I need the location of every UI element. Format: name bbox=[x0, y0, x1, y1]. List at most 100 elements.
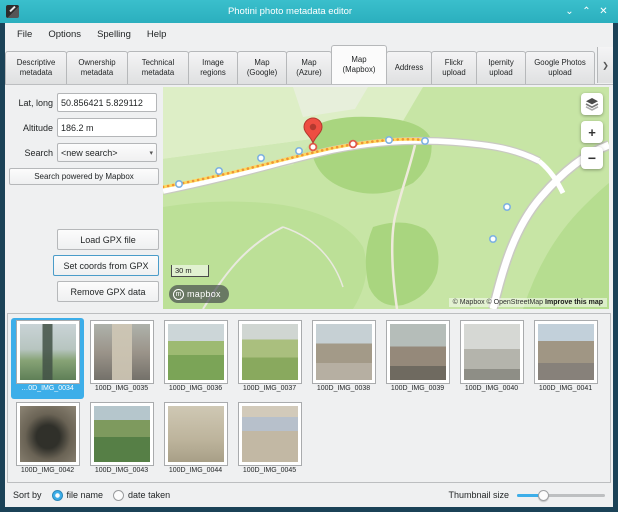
thumbnail-browser: …0D_IMG_0034 100D_IMG_0035 100D_IMG_0036… bbox=[5, 313, 613, 483]
thumbnail-100d-img-0035[interactable]: 100D_IMG_0035 bbox=[85, 318, 158, 399]
thumbnail-100d-img-0043[interactable]: 100D_IMG_0043 bbox=[85, 400, 158, 481]
sort-by-label: Sort by bbox=[13, 490, 42, 500]
thumbnail-100d-img-0044[interactable]: 100D_IMG_0044 bbox=[159, 400, 232, 481]
layers-icon bbox=[585, 98, 599, 111]
tab-flickr-upload[interactable]: Flickr upload bbox=[431, 51, 477, 84]
sort-file-name-radio[interactable] bbox=[51, 489, 63, 501]
thumbnail-image bbox=[385, 320, 450, 384]
tab-label: Ownership metadata bbox=[78, 58, 116, 77]
tab-ownership-metadata[interactable]: Ownership metadata bbox=[66, 51, 128, 84]
layers-button[interactable] bbox=[581, 93, 603, 115]
tab-map-google[interactable]: Map (Google) bbox=[237, 51, 287, 84]
tab-map-mapbox[interactable]: Map (Mapbox) bbox=[331, 45, 387, 84]
menu-file[interactable]: File bbox=[9, 26, 40, 43]
thumbnail-label: 100D_IMG_0036 bbox=[168, 385, 223, 392]
thumbnail-image bbox=[163, 402, 228, 466]
tab-label: Map (Azure) bbox=[296, 58, 322, 77]
tab-label: Address bbox=[394, 63, 424, 73]
footer-bar: Sort by file name date taken Thumbnail s… bbox=[5, 483, 613, 507]
tab-google-photos-upload[interactable]: Google Photos upload bbox=[525, 51, 595, 84]
thumbnail-image bbox=[89, 320, 154, 384]
set-coords-from-gpx-button[interactable]: Set coords from GPX bbox=[53, 255, 159, 276]
tab-address[interactable]: Address bbox=[386, 51, 432, 84]
thumbnail-100d-img-0045[interactable]: 100D_IMG_0045 bbox=[233, 400, 306, 481]
search-dropdown-value: <new search> bbox=[61, 147, 118, 158]
thumbnail-100d-img-0038[interactable]: 100D_IMG_0038 bbox=[307, 318, 380, 399]
tab-label: Flickr upload bbox=[442, 58, 466, 77]
map-terrain bbox=[163, 87, 609, 309]
tab-label: Google Photos upload bbox=[534, 58, 586, 77]
thumbnail-image bbox=[237, 402, 302, 466]
map-canvas[interactable]: + − 30 m m mapbox © Mapbox © OpenStreetM… bbox=[163, 87, 609, 309]
thumbnail-image bbox=[163, 320, 228, 384]
thumbnail-label: 100D_IMG_0037 bbox=[242, 385, 297, 392]
sort-file-name-label[interactable]: file name bbox=[67, 490, 104, 500]
tab-label: Map (Google) bbox=[246, 58, 278, 77]
improve-map-link[interactable]: Improve this map bbox=[545, 299, 603, 306]
thumbnail-100d-img-0041[interactable]: 100D_IMG_0041 bbox=[529, 318, 602, 399]
thumbnail-100d-img-0042[interactable]: 100D_IMG_0042 bbox=[11, 400, 84, 481]
mapbox-logo-icon: m bbox=[173, 288, 184, 300]
menu-help[interactable]: Help bbox=[139, 26, 175, 43]
maximize-button[interactable]: ⌃ bbox=[578, 3, 595, 20]
mapbox-logo[interactable]: m mapbox bbox=[169, 285, 229, 303]
tab-descriptive-metadata[interactable]: Descriptive metadata bbox=[5, 51, 67, 84]
tab-label: Ipernity upload bbox=[488, 58, 514, 77]
tab-scroll-right-icon[interactable]: ❯ bbox=[597, 47, 613, 83]
load-gpx-button[interactable]: Load GPX file bbox=[57, 229, 159, 250]
thumbnail-100d-img-0039[interactable]: 100D_IMG_0039 bbox=[381, 318, 454, 399]
slider-handle[interactable] bbox=[538, 490, 549, 501]
sort-date-taken-radio[interactable] bbox=[113, 489, 125, 501]
tab-label: Image regions bbox=[200, 58, 226, 77]
close-button[interactable]: ✕ bbox=[595, 3, 612, 20]
window-title: Photini photo metadata editor bbox=[227, 6, 353, 17]
tab-technical-metadata[interactable]: Technical metadata bbox=[127, 51, 189, 84]
attribution-text: © Mapbox © OpenStreetMap bbox=[452, 299, 544, 306]
thumbnail-image bbox=[89, 402, 154, 466]
thumbnail-label: 100D_IMG_0044 bbox=[168, 467, 223, 474]
thumbnail-image bbox=[15, 320, 80, 384]
thumbnail-image bbox=[237, 320, 302, 384]
thumbnail-label: 100D_IMG_0043 bbox=[94, 467, 149, 474]
thumbnail-100d-img-0036[interactable]: 100D_IMG_0036 bbox=[159, 318, 232, 399]
thumbnail-image bbox=[533, 320, 598, 384]
menu-options[interactable]: Options bbox=[40, 26, 89, 43]
sort-date-taken-label[interactable]: date taken bbox=[128, 490, 170, 500]
zoom-in-button[interactable]: + bbox=[581, 121, 603, 143]
thumbnail-label: 100D_IMG_0040 bbox=[464, 385, 519, 392]
tab-label: Technical metadata bbox=[141, 58, 175, 77]
titlebar[interactable]: Photini photo metadata editor ⌄ ⌃ ✕ bbox=[0, 0, 618, 23]
chevron-down-icon: ▾ bbox=[149, 149, 153, 157]
tab-bar: Descriptive metadata Ownership metadata … bbox=[5, 45, 613, 85]
search-powered-button[interactable]: Search powered by Mapbox bbox=[9, 168, 159, 185]
thumbnail-100d-img-0040[interactable]: 100D_IMG_0040 bbox=[455, 318, 528, 399]
thumbnail-image bbox=[311, 320, 376, 384]
thumbnail-image bbox=[459, 320, 524, 384]
search-dropdown[interactable]: <new search> ▾ bbox=[57, 143, 157, 162]
thumbnail-label: 100D_IMG_0035 bbox=[94, 385, 149, 392]
tab-label: Descriptive metadata bbox=[16, 58, 56, 77]
menu-spelling[interactable]: Spelling bbox=[89, 26, 139, 43]
gps-panel: Lat, long Altitude Search <new search> ▾… bbox=[5, 85, 163, 313]
photini-window: Photini photo metadata editor ⌄ ⌃ ✕ File… bbox=[0, 0, 618, 512]
thumbnail-100d-img-0037[interactable]: 100D_IMG_0037 bbox=[233, 318, 306, 399]
mapbox-logo-text: mapbox bbox=[187, 289, 221, 299]
thumbnail-label: 100D_IMG_0041 bbox=[538, 385, 593, 392]
minimize-button[interactable]: ⌄ bbox=[561, 3, 578, 20]
map-scale: 30 m bbox=[171, 265, 209, 277]
thumbnail-label: 100D_IMG_0045 bbox=[242, 467, 297, 474]
thumbnail-label: …0D_IMG_0034 bbox=[21, 385, 74, 392]
thumbnail-image bbox=[15, 402, 80, 466]
remove-gpx-button[interactable]: Remove GPX data bbox=[57, 281, 159, 302]
tab-image-regions[interactable]: Image regions bbox=[188, 51, 238, 84]
thumbnail-label: 100D_IMG_0038 bbox=[316, 385, 371, 392]
altitude-input[interactable] bbox=[57, 118, 157, 137]
zoom-out-button[interactable]: − bbox=[581, 147, 603, 169]
tab-ipernity-upload[interactable]: Ipernity upload bbox=[476, 51, 526, 84]
thumbnail-size-slider[interactable] bbox=[517, 489, 605, 501]
tab-map-azure[interactable]: Map (Azure) bbox=[286, 51, 332, 84]
thumbnail-100d-img-0034[interactable]: …0D_IMG_0034 bbox=[11, 318, 84, 399]
lat-long-input[interactable] bbox=[57, 93, 157, 112]
altitude-label: Altitude bbox=[22, 122, 53, 133]
menubar: File Options Spelling Help bbox=[5, 23, 613, 45]
